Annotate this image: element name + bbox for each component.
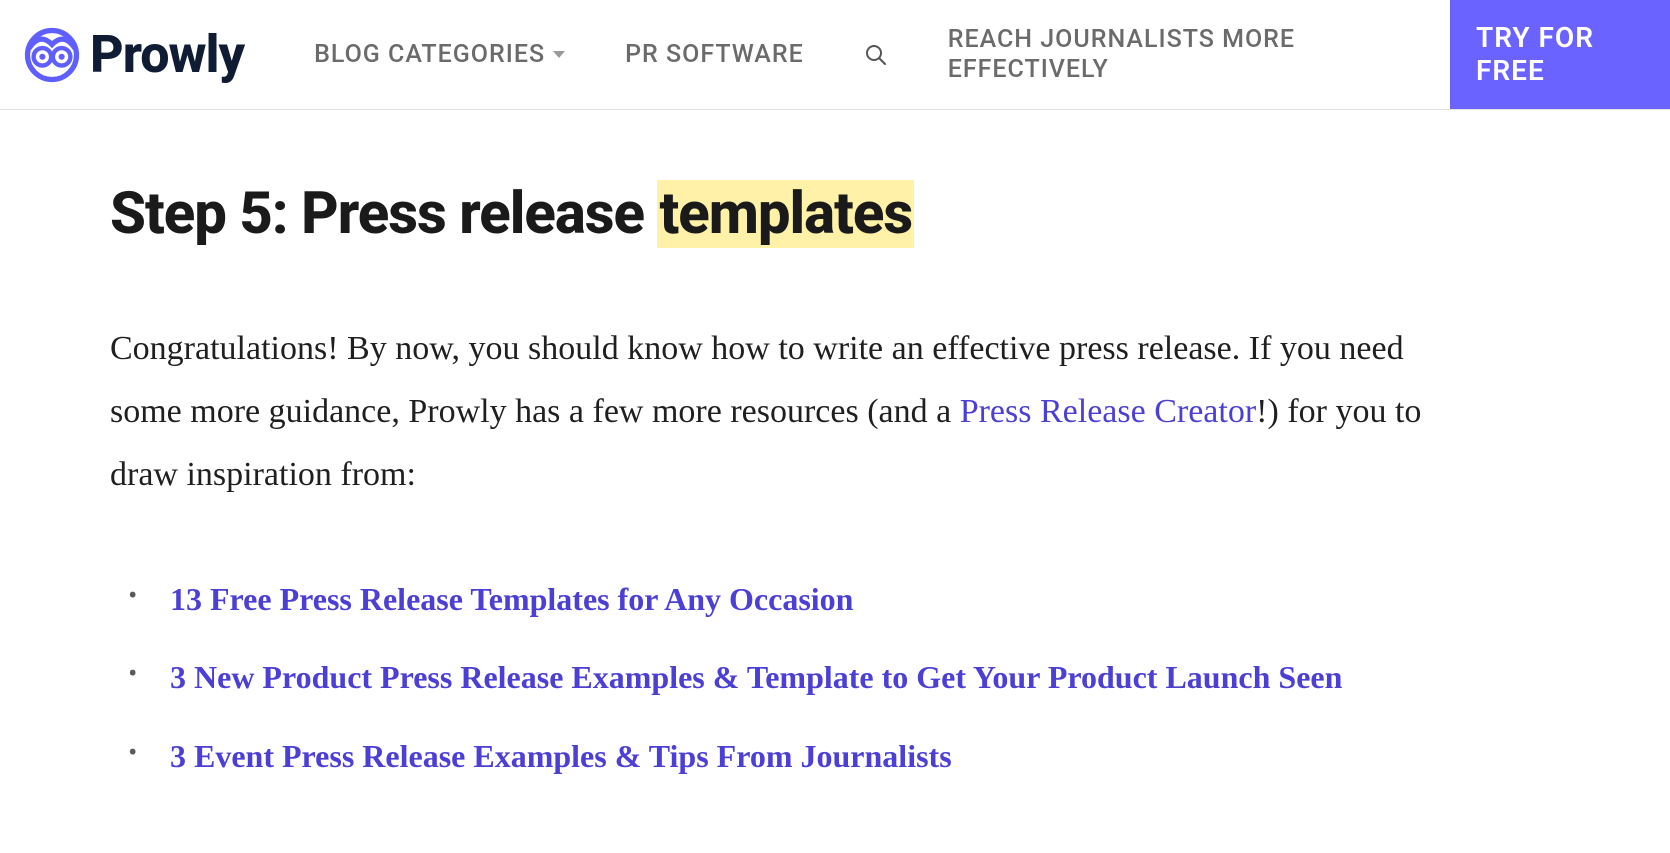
nav-pr-software[interactable]: PR SOFTWARE [625,40,804,69]
section-heading: Step 5: Press release templates [110,180,1450,248]
resource-link-product-launch[interactable]: 3 New Product Press Release Examples & T… [170,659,1342,695]
search-icon[interactable] [864,43,888,67]
nav-label: PR SOFTWARE [625,40,804,69]
heading-prefix: Step 5: Press release [110,180,657,248]
intro-paragraph: Congratulations! By now, you should know… [110,318,1450,507]
list-item: 3 New Product Press Release Examples & T… [128,655,1450,700]
logo-text: Prowly [90,24,244,85]
primary-nav: BLOG CATEGORIES PR SOFTWARE REACH JOURNA… [314,25,1450,85]
resource-link-event-examples[interactable]: 3 Event Press Release Examples & Tips Fr… [170,738,952,774]
try-for-free-button[interactable]: TRY FOR FREE [1450,0,1670,108]
logo[interactable]: Prowly [24,24,244,85]
heading-highlight: templates [657,180,914,248]
site-header: Prowly BLOG CATEGORIES PR SOFTWARE REACH… [0,0,1670,110]
list-item: 3 Event Press Release Examples & Tips Fr… [128,734,1450,779]
owl-icon [24,27,80,83]
article-content: Step 5: Press release templates Congratu… [0,110,1560,853]
resource-list: 13 Free Press Release Templates for Any … [128,577,1450,779]
press-release-creator-link[interactable]: Press Release Creator [960,393,1256,430]
nav-label: BLOG CATEGORIES [314,40,545,69]
list-item: 13 Free Press Release Templates for Any … [128,577,1450,622]
resource-link-templates[interactable]: 13 Free Press Release Templates for Any … [170,581,853,617]
chevron-down-icon [553,51,565,58]
nav-blog-categories[interactable]: BLOG CATEGORIES [314,40,565,69]
nav-reach-journalists[interactable]: REACH JOURNALISTS MORE EFFECTIVELY [948,25,1368,85]
